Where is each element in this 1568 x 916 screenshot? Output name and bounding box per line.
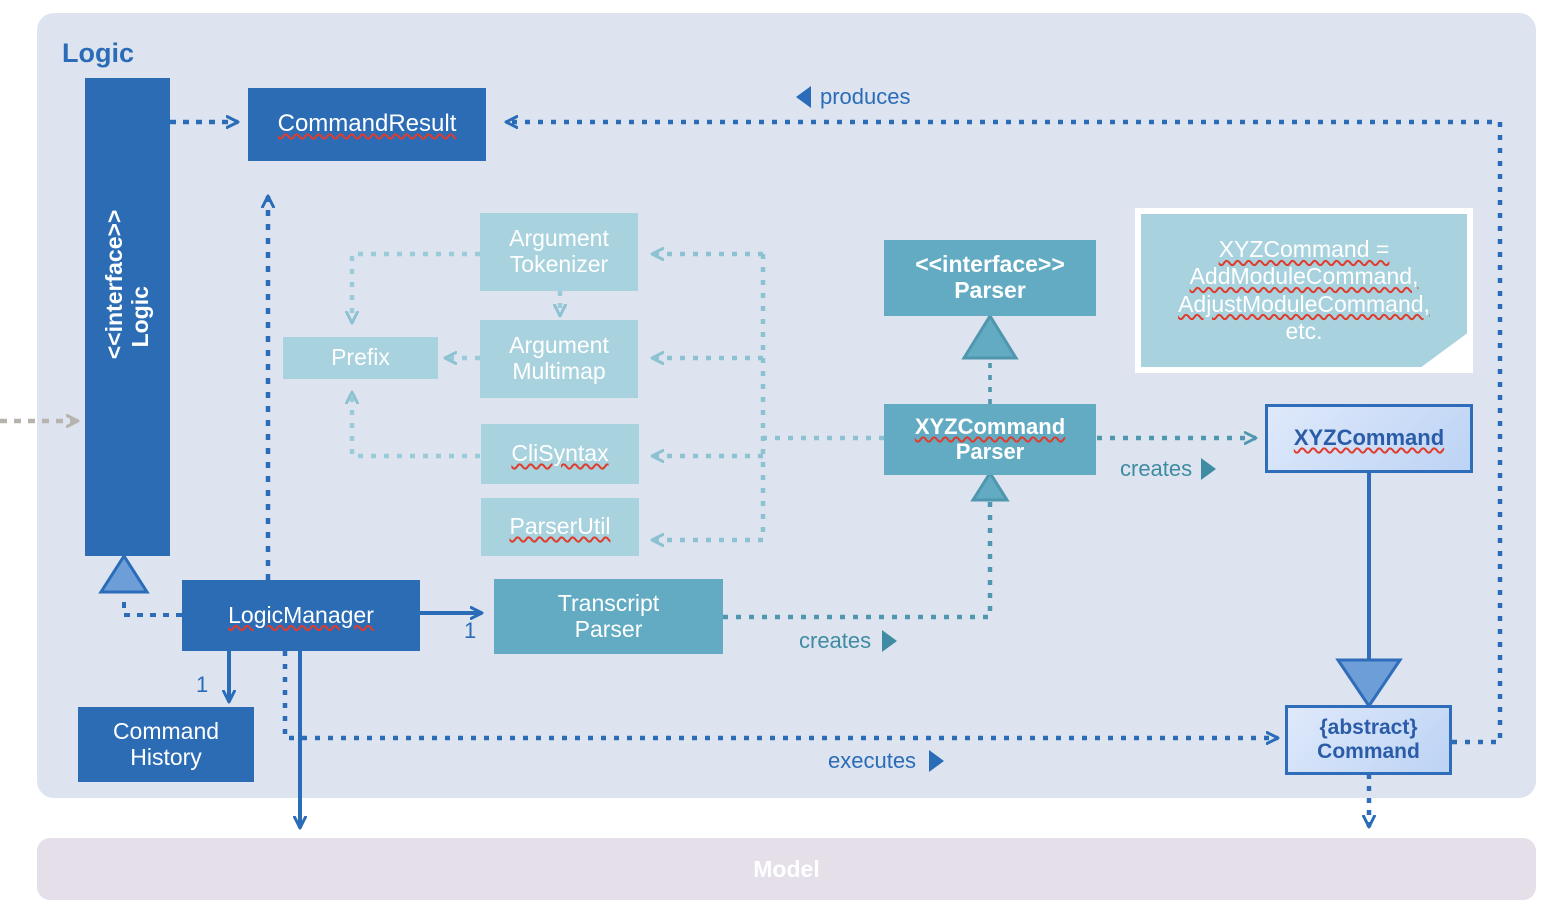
class-argument-tokenizer[interactable]: Argument Tokenizer — [480, 213, 638, 291]
class-logic-manager[interactable]: LogicManager — [182, 580, 420, 651]
uml-class-diagram: Logic CommandResult (dependency) --> — [0, 0, 1568, 916]
note-line1: XYZCommand = — [1218, 236, 1390, 263]
edge-label-executes: executes — [828, 748, 917, 773]
edge-label-produces-group: produces — [796, 84, 911, 110]
edge-argumenttokenizer-to-prefix — [352, 251, 480, 323]
executes-direction-icon — [929, 750, 945, 772]
class-xyz-command-parser-line1: XYZCommand — [914, 413, 1066, 439]
class-prefix-name: Prefix — [331, 344, 390, 371]
class-argument-multimap-line2: Multimap — [512, 358, 606, 384]
edge-clisyntax-to-prefix — [352, 392, 480, 459]
multiplicity-transcript-parser: 1 — [464, 618, 477, 643]
note-line2: AddModuleCommand, — [1189, 263, 1419, 290]
class-command-result-name: CommandResult — [277, 110, 457, 138]
creates-command-direction-icon — [1201, 458, 1217, 480]
edge-label-creates-command: creates — [1120, 456, 1193, 481]
edge-logicmanager-realizes-logic — [98, 553, 182, 617]
note-line3: AdjustModuleCommand, — [1178, 290, 1430, 317]
class-logic-interface[interactable]: <<interface>> Logic — [85, 78, 170, 556]
class-argument-tokenizer-line1: Argument — [509, 225, 609, 252]
class-xyz-command-name: XYZCommand — [1293, 425, 1445, 451]
class-xyz-command-parser[interactable]: XYZCommand Parser — [884, 404, 1096, 475]
class-abstract-command-stereotype: {abstract} — [1319, 716, 1418, 740]
edge-label-creates-command-group: creates — [1120, 456, 1217, 482]
class-logic-interface-name: Logic — [126, 286, 153, 348]
class-abstract-command-name: Command — [1317, 740, 1420, 763]
edge-logicmanager-executes-command — [282, 651, 1278, 738]
package-model: Model — [37, 838, 1536, 900]
class-cli-syntax[interactable]: CliSyntax — [481, 424, 639, 484]
class-argument-tokenizer-line2: Tokenizer — [509, 251, 609, 277]
edge-label-creates-parser: creates — [799, 628, 872, 653]
class-command-history[interactable]: Command History — [78, 707, 254, 782]
class-logic-manager-name: LogicManager — [228, 601, 374, 628]
class-parser-util-name: ParserUtil — [509, 513, 611, 540]
class-transcript-parser-line2: Parser — [574, 615, 643, 642]
creates-parser-direction-icon — [882, 630, 898, 652]
class-prefix[interactable]: Prefix — [283, 337, 438, 379]
edge-xyzcommandparser-uses-utilities — [652, 254, 884, 540]
multiplicity-command-history: 1 — [196, 672, 209, 697]
edge-transcriptparser-creates-xyzcommandparser — [723, 470, 1010, 620]
edge-label-creates-parser-group: creates — [799, 628, 898, 654]
class-command-history-line2: History — [130, 743, 202, 770]
edge-xyzcommand-extends-command — [1335, 473, 1403, 709]
edge-xyzcommandparser-realizes-parser — [961, 313, 1019, 404]
class-cli-syntax-name: CliSyntax — [511, 440, 609, 467]
class-parser-interface[interactable]: <<interface>> Parser — [884, 240, 1096, 316]
class-transcript-parser[interactable]: Transcript Parser — [494, 579, 723, 654]
class-argument-multimap-line1: Argument — [509, 332, 609, 359]
class-abstract-command[interactable]: {abstract} Command — [1285, 705, 1452, 775]
note-xyzcommand-variants: XYZCommand = AddModuleCommand, AdjustMod… — [1135, 208, 1473, 373]
package-model-title: Model — [753, 855, 820, 882]
class-xyz-command[interactable]: XYZCommand — [1265, 404, 1473, 473]
class-command-result[interactable]: CommandResult — [248, 88, 486, 161]
edge-label-executes-group: executes — [828, 748, 945, 774]
note-line4: etc. — [1285, 317, 1323, 344]
class-parser-util[interactable]: ParserUtil — [481, 498, 639, 556]
class-logic-interface-stereotype: <<interface>> — [100, 209, 127, 360]
class-argument-multimap[interactable]: Argument Multimap — [480, 320, 638, 398]
class-xyz-command-parser-line2: Parser — [955, 438, 1025, 464]
class-transcript-parser-line1: Transcript — [557, 589, 660, 616]
produces-direction-icon — [796, 86, 811, 108]
class-command-history-line1: Command — [112, 717, 220, 744]
class-parser-interface-stereotype: <<interface>> — [915, 251, 1065, 278]
class-parser-interface-name: Parser — [954, 277, 1026, 303]
edge-label-produces: produces — [820, 84, 911, 109]
